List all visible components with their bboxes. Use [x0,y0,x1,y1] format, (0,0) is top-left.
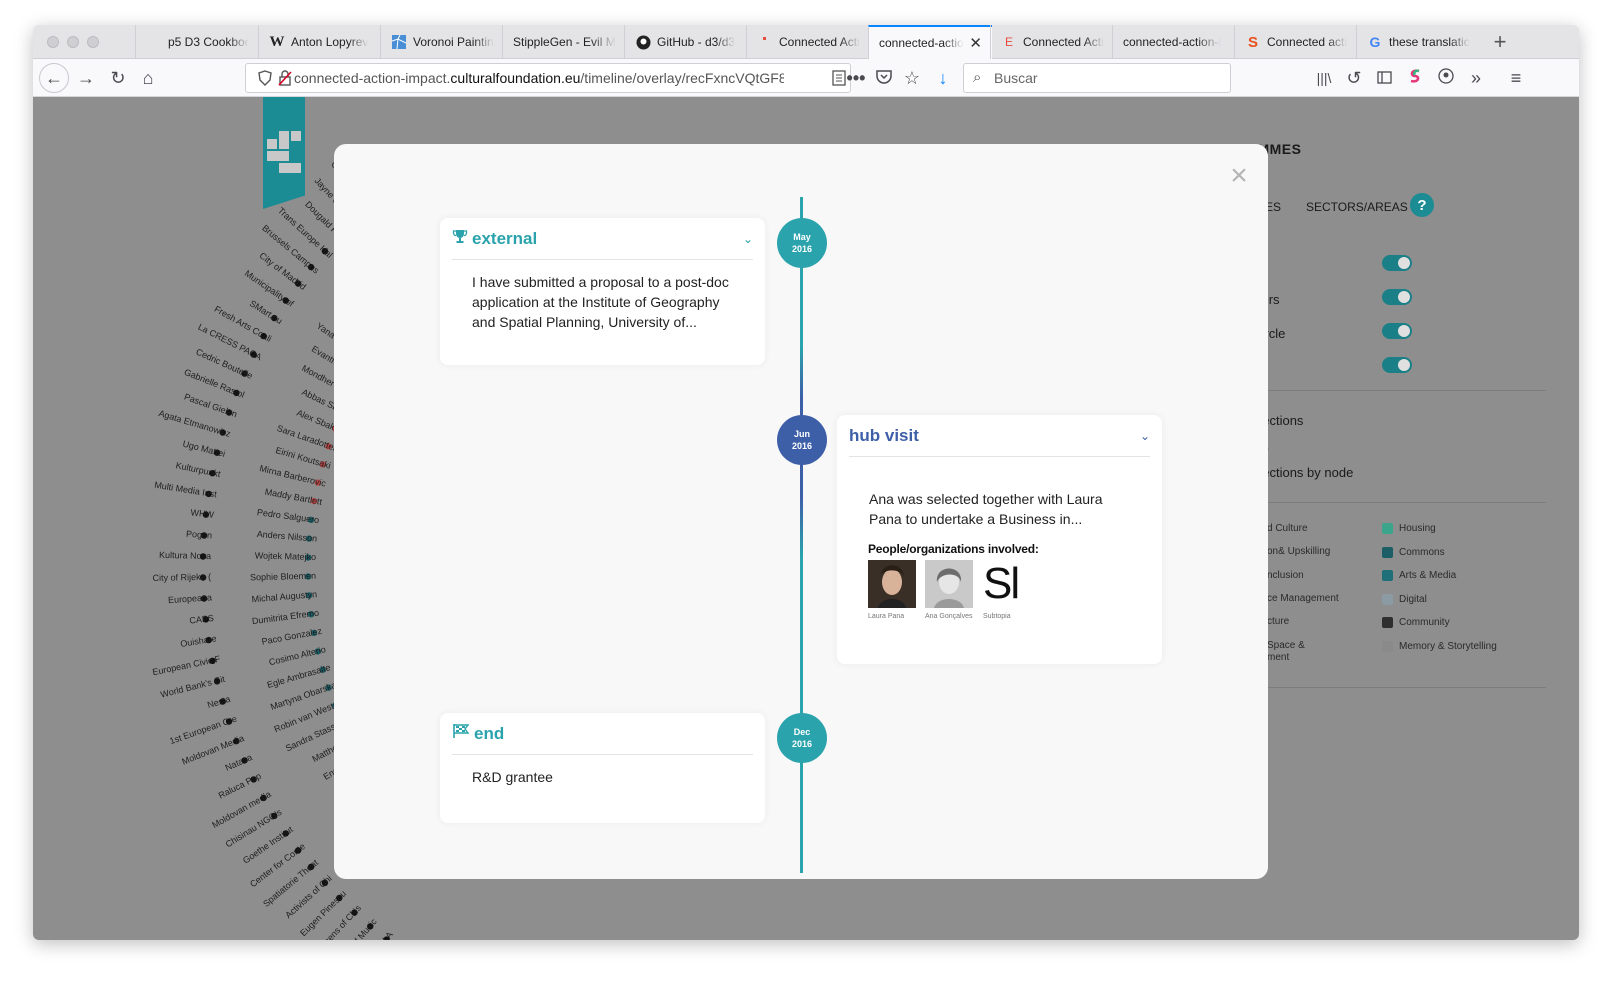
wikipedia-icon: W [269,33,285,50]
reload-button[interactable]: ↻ [103,63,133,93]
tab-strip: p5 D3 Cookbook: V W Anton Lopyrev Vorono… [33,25,1579,59]
tab-connected-action-active[interactable]: connected-actio ✕ [868,25,992,59]
subtopia-logo[interactable]: Sl [983,560,1031,608]
browser-window: p5 D3 Cookbook: V W Anton Lopyrev Vorono… [33,25,1579,940]
close-icon[interactable]: × [1227,161,1251,191]
tab-connected-action-4[interactable]: S Connected acti [1234,25,1358,59]
new-tab-button[interactable]: + [1483,25,1517,59]
event-title: external [472,228,538,248]
blank-page-icon [146,34,162,50]
avatar-caption: Subtopia [983,613,1011,620]
avatar[interactable] [868,560,916,608]
account-button[interactable] [1431,63,1461,93]
menu-button[interactable]: ≡ [1501,63,1531,93]
back-button[interactable]: ← [39,63,69,93]
date-node: Dec 2016 [777,713,827,763]
trophy-icon [452,228,468,249]
page-actions-button[interactable]: ••• [841,63,871,93]
downloads-button[interactable]: ↓ [928,63,958,93]
tab-connected-action-2[interactable]: E Connected Acti [990,25,1114,59]
address-bar[interactable]: connected-action-impact.culturalfoundati… [245,63,851,93]
home-button[interactable]: ⌂ [133,63,163,93]
url-text: connected-action-impact.culturalfoundati… [294,70,784,86]
search-icon: ⌕ [973,69,982,86]
library-icon: |||\ [1316,70,1332,86]
forward-button[interactable]: → [71,63,101,93]
event-description: R&D grantee [472,769,553,785]
search-placeholder: Buscar [994,70,1038,86]
hamburger-icon: ≡ [1510,67,1522,88]
chevron-down-icon[interactable]: ⌄ [743,232,753,246]
site-s-icon: S [1247,33,1258,51]
reload-icon: ↻ [110,67,126,88]
site-icon [757,34,773,50]
minimize-window-button[interactable] [67,36,79,48]
shield-icon[interactable] [258,70,272,89]
tab-connected-action-3[interactable]: connected-action-i [1112,25,1236,59]
account-icon [1438,67,1454,89]
modal-overlay: × May 2016 external ⌄ I have submitted a … [33,97,1579,940]
extension-button[interactable] [1400,63,1430,93]
tab-github-d3[interactable]: GitHub - d3/d3 [624,25,748,59]
download-arrow-icon: ↓ [938,67,948,88]
history-button[interactable]: ↺ [1339,63,1369,93]
voronoi-icon [391,34,407,50]
event-card-end[interactable]: end R&D grantee [440,713,765,823]
tab-stipplegen[interactable]: StippleGen - Evil Ma [502,25,626,59]
sidebar-button[interactable] [1369,63,1399,93]
double-chevron-icon: » [1470,67,1481,88]
bookmark-star-button[interactable]: ☆ [897,63,927,93]
github-icon [635,34,651,50]
search-bar[interactable]: ⌕ Buscar [963,63,1231,93]
arrow-right-icon: → [77,67,95,88]
tab-p5-d3-cookbook[interactable]: p5 D3 Cookbook: V [135,25,259,59]
star-icon: ☆ [903,67,921,88]
navigation-bar: ← → ↻ ⌂ connected-action-impact.cultural… [33,59,1579,97]
date-node: Jun 2016 [777,415,827,465]
chevron-down-icon[interactable]: ⌄ [1140,429,1150,443]
avatar-caption: Laura Pana [868,613,905,620]
extension-s-icon [1407,68,1423,89]
event-title: end [474,723,505,743]
event-description: Ana was selected together with Laura Pan… [869,491,1103,527]
event-card-hub-visit[interactable]: hub visit ⌄ Ana was selected together wi… [837,415,1162,664]
pocket-button[interactable] [869,63,899,93]
tab-anton-lopyrev[interactable]: W Anton Lopyrev [258,25,382,59]
sidebar-icon [1376,68,1392,89]
library-button[interactable]: |||\ [1309,63,1339,93]
arrow-left-icon: ← [45,67,63,88]
history-icon: ↺ [1346,67,1362,88]
involved-label: People/organizations involved: [868,542,1039,556]
pocket-icon [876,68,892,89]
insecure-lock-icon[interactable] [278,70,292,89]
google-icon: G [1369,34,1381,50]
overflow-button[interactable]: » [1461,63,1491,93]
tab-google-translation[interactable]: G these translatio [1356,25,1480,59]
close-tab-icon[interactable]: ✕ [969,34,982,52]
tab-connected-action-1[interactable]: Connected Acti [746,25,870,59]
more-dots-icon: ••• [846,67,866,88]
home-icon: ⌂ [142,67,154,88]
event-header[interactable]: external ⌄ [452,218,753,260]
event-card-external[interactable]: external ⌄ I have submitted a proposal t… [440,218,765,365]
close-window-button[interactable] [47,36,59,48]
timeline-modal: × May 2016 external ⌄ I have submitted a … [334,144,1268,879]
timeline-axis [800,197,803,873]
flag-icon [452,723,470,744]
site-e-icon: E [1004,35,1013,49]
event-description: I have submitted a proposal to a post-do… [472,274,729,330]
avatar[interactable] [925,560,973,608]
date-node: May 2016 [777,218,827,268]
avatar-caption: Ana Gonçalves [925,613,973,620]
maximize-window-button[interactable] [87,36,99,48]
event-title: hub visit [849,425,919,445]
event-header: end [452,713,753,755]
event-header[interactable]: hub visit ⌄ [849,415,1150,457]
plus-icon: + [1493,29,1507,54]
tab-voronoi-painting[interactable]: Voronoi Painting [380,25,504,59]
